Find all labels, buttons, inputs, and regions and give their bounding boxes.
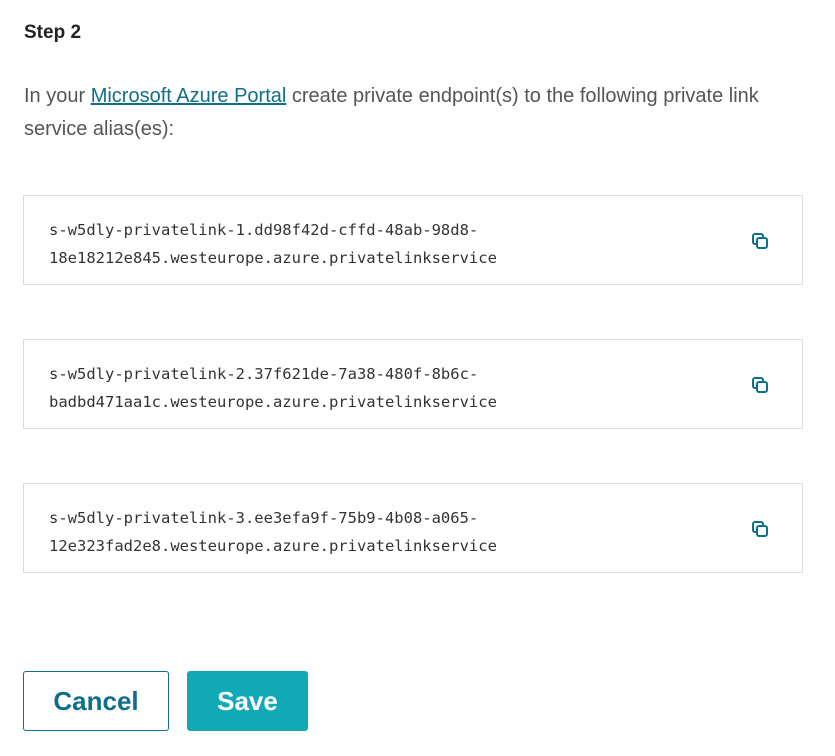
alias-line: badbd471aa1c.westeurope.azure.privatelin… <box>49 393 497 411</box>
instructions-text: In your Microsoft Azure Portal create pr… <box>24 80 784 146</box>
alias-line: 12e323fad2e8.westeurope.azure.privatelin… <box>49 537 497 555</box>
copy-button-1[interactable] <box>751 232 769 250</box>
alias-line: s-w5dly-privatelink-1.dd98f42d-cffd-48ab… <box>49 221 479 239</box>
copy-icon <box>752 233 768 249</box>
alias-box-2: s-w5dly-privatelink-2.37f621de-7a38-480f… <box>23 339 803 429</box>
alias-text-1: s-w5dly-privatelink-1.dd98f42d-cffd-48ab… <box>49 216 649 272</box>
copy-button-3[interactable] <box>751 520 769 538</box>
alias-text-3: s-w5dly-privatelink-3.ee3efa9f-75b9-4b08… <box>49 504 649 560</box>
alias-box-3: s-w5dly-privatelink-3.ee3efa9f-75b9-4b08… <box>23 483 803 573</box>
alias-line: s-w5dly-privatelink-3.ee3efa9f-75b9-4b08… <box>49 509 479 527</box>
copy-button-2[interactable] <box>751 376 769 394</box>
instructions-prefix: In your <box>24 85 91 107</box>
azure-portal-link[interactable]: Microsoft Azure Portal <box>91 85 287 107</box>
alias-box-1: s-w5dly-privatelink-1.dd98f42d-cffd-48ab… <box>23 195 803 285</box>
private-link-step: Step 2 In your Microsoft Azure Portal cr… <box>0 0 835 756</box>
alias-line: 18e18212e845.westeurope.azure.privatelin… <box>49 249 497 267</box>
step-title: Step 2 <box>24 22 82 43</box>
save-button[interactable]: Save <box>187 671 308 731</box>
copy-icon <box>752 377 768 393</box>
alias-line: s-w5dly-privatelink-2.37f621de-7a38-480f… <box>49 365 479 383</box>
cancel-button[interactable]: Cancel <box>23 671 169 731</box>
copy-icon <box>752 521 768 537</box>
alias-text-2: s-w5dly-privatelink-2.37f621de-7a38-480f… <box>49 360 649 416</box>
